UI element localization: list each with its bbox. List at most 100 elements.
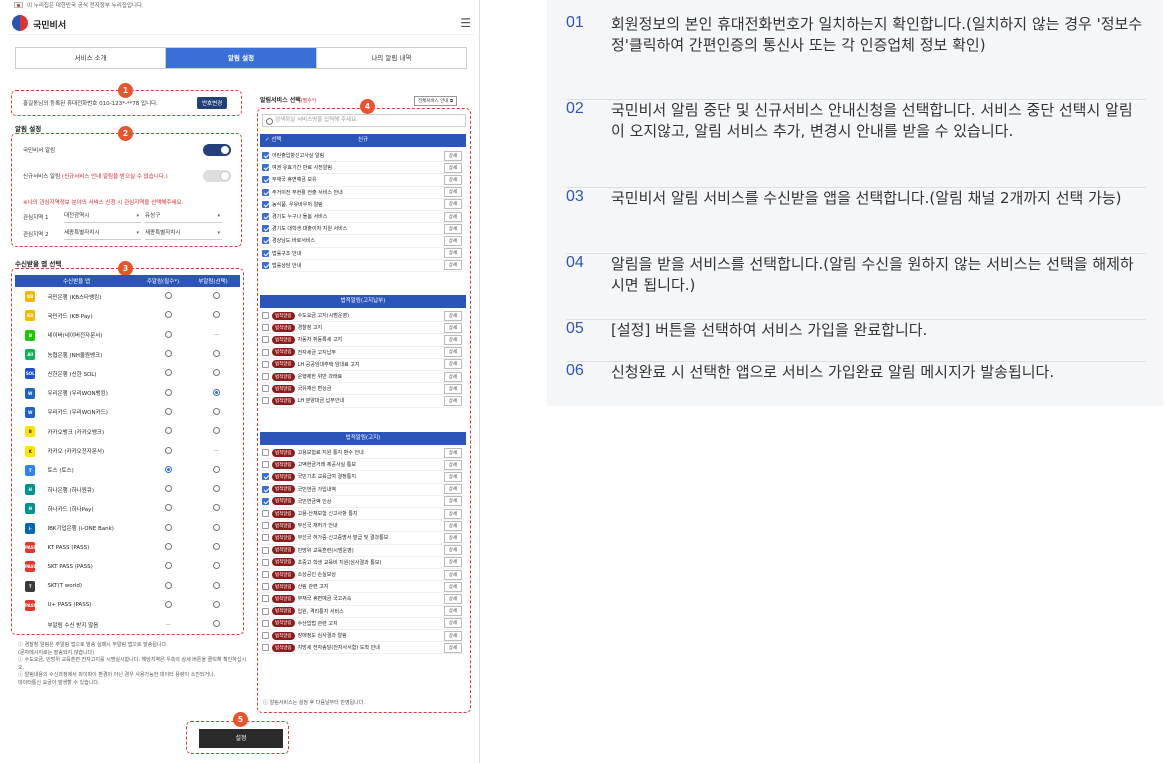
service-row[interactable]: 법적알림 국민기초 교육급여 결정통지 상세 — [262, 471, 464, 484]
service-row[interactable]: 법적알림 전자세금 고지납부 상세 — [262, 347, 464, 359]
service-checkbox[interactable] — [262, 385, 269, 393]
detail-button[interactable]: 상세 — [443, 150, 462, 161]
detail-button[interactable]: 상세 — [443, 235, 462, 246]
select-all-check[interactable]: ✓ 선택 — [265, 134, 281, 147]
sub-alarm-radio[interactable] — [212, 292, 220, 300]
service-checkbox[interactable] — [262, 571, 269, 579]
sub-alarm-radio[interactable] — [212, 543, 220, 551]
detail-button[interactable]: 상세 — [443, 630, 462, 641]
app-row[interactable]: H 하나카드 (하나Pay) — [15, 499, 240, 518]
service-row[interactable]: 법적알림 무선국 재허가 안내 상세 — [262, 520, 464, 533]
detail-button[interactable]: 상세 — [443, 371, 462, 382]
detail-button[interactable]: 상세 — [443, 199, 462, 210]
sub-alarm-radio[interactable] — [212, 600, 220, 608]
app-row[interactable]: B 카카오뱅크 (카카오뱅크) — [15, 422, 240, 441]
detail-button[interactable]: 상세 — [443, 545, 462, 556]
main-alarm-radio[interactable] — [165, 446, 173, 454]
sub-alarm-radio[interactable] — [212, 427, 220, 435]
sub-alarm-radio[interactable] — [212, 407, 220, 415]
detail-button[interactable]: 상세 — [443, 383, 462, 394]
service-row[interactable]: 법적알림 고액현금거래 제공사실 통보 상세 — [262, 459, 464, 472]
app-row[interactable]: W 우리카드 (우리WON카드) — [15, 403, 240, 422]
service-row[interactable]: 경기도 누구나 돌봄 서비스 상세 — [262, 211, 464, 224]
service-checkbox[interactable] — [262, 373, 269, 381]
detail-button[interactable]: 상세 — [443, 395, 462, 406]
service-row[interactable]: 법적알림 산림 관련 고지 상세 — [262, 581, 464, 594]
detail-button[interactable]: 상세 — [443, 322, 462, 333]
app-row[interactable]: SOL 신한은행 (신한 SOL) — [15, 364, 240, 383]
service-checkbox[interactable] — [262, 583, 269, 591]
main-alarm-radio[interactable] — [165, 581, 173, 589]
tab-my-alarms[interactable]: 나의 알림 내역 — [317, 48, 466, 68]
service-row[interactable]: 부재국 휴면예금 보유 상세 — [262, 174, 464, 187]
service-row[interactable]: 법적알림 자동차 취등록세 고지 상세 — [262, 334, 464, 347]
service-checkbox[interactable] — [262, 607, 269, 615]
detail-button[interactable]: 상세 — [443, 310, 462, 321]
service-search-input[interactable]: 검색하실 서비스명을 입력해 주세요. — [262, 114, 466, 127]
detail-button[interactable]: 상세 — [443, 260, 462, 271]
detail-button[interactable]: 상세 — [443, 618, 462, 629]
service-checkbox[interactable] — [262, 164, 269, 172]
service-checkbox[interactable] — [262, 213, 269, 221]
service-row[interactable]: 법적알림 LH 공공임대주택 임대료 고지 상세 — [262, 359, 464, 371]
service-checkbox[interactable] — [262, 176, 269, 184]
app-row[interactable]: 부알림 수신 받지 않음 — — [15, 615, 240, 634]
service-checkbox[interactable] — [262, 510, 269, 518]
app-row[interactable]: PASS U+ PASS (PASS) — [15, 596, 240, 615]
service-checkbox[interactable] — [262, 632, 269, 640]
detail-button[interactable]: 상세 — [443, 606, 462, 617]
main-alarm-radio[interactable] — [165, 504, 173, 512]
main-alarm-radio[interactable] — [165, 543, 173, 551]
main-alarm-radio[interactable] — [165, 388, 173, 396]
detail-button[interactable]: 상세 — [443, 347, 462, 358]
app-row[interactable]: PASS SKT PASS (PASS) — [15, 557, 240, 576]
service-checkbox[interactable] — [262, 261, 269, 269]
service-checkbox[interactable] — [262, 461, 269, 469]
service-row[interactable]: 어린출입항신고사실 알림 상세 — [262, 150, 464, 163]
app-row[interactable]: T 토스 (토스) — [15, 461, 240, 480]
change-number-button[interactable]: 번호변경 — [197, 97, 228, 109]
service-checkbox[interactable] — [262, 644, 269, 652]
service-row[interactable]: 법적알림 부재국 휴면예금 국고귀속 상세 — [262, 593, 464, 606]
service-row[interactable]: 법적알림 국민연금액 인상 상세 — [262, 496, 464, 508]
service-row[interactable]: 법적알림 수산업법 관련 고지 상세 — [262, 618, 464, 630]
main-alarm-radio[interactable] — [165, 350, 173, 358]
main-alarm-radio[interactable] — [165, 485, 173, 493]
detail-button[interactable]: 상세 — [443, 162, 462, 173]
main-alarm-radio[interactable] — [165, 407, 173, 415]
kukmin-alarm-toggle[interactable] — [203, 144, 231, 156]
service-checkbox[interactable] — [262, 534, 269, 542]
detail-button[interactable]: 상세 — [443, 569, 462, 580]
detail-button[interactable]: 상세 — [443, 593, 462, 604]
main-alarm-radio[interactable] — [165, 427, 173, 435]
service-checkbox[interactable] — [262, 200, 269, 208]
detail-button[interactable]: 상세 — [443, 508, 462, 519]
detail-button[interactable]: 상세 — [443, 581, 462, 592]
detail-button[interactable]: 상세 — [443, 496, 462, 507]
service-checkbox[interactable] — [262, 152, 269, 160]
main-alarm-radio[interactable] — [165, 465, 173, 473]
sub-alarm-radio[interactable] — [212, 562, 220, 570]
service-row[interactable]: 법적알림 고용보험료 지원 통지 환수 안내 상세 — [262, 447, 464, 460]
service-row[interactable]: 경기도 대학생 대출이자 지원 서비스 상세 — [262, 223, 464, 236]
service-row[interactable]: 법적알림 지방세 전자송달(전자사서함) 도착 안내 상세 — [262, 642, 464, 655]
service-row[interactable]: 법적알림 운행제한 위반 과태료 상세 — [262, 371, 464, 384]
sub-alarm-radio[interactable] — [212, 485, 220, 493]
region1-city-select[interactable]: 대전광역시 — [64, 211, 141, 223]
service-checkbox[interactable] — [262, 558, 269, 566]
main-alarm-radio[interactable] — [165, 562, 173, 570]
detail-button[interactable]: 상세 — [443, 359, 462, 370]
main-alarm-radio[interactable] — [165, 369, 173, 377]
service-checkbox[interactable] — [262, 595, 269, 603]
service-row[interactable]: 법적알림 장애정도 심사결과 알림 상세 — [262, 630, 464, 643]
service-checkbox[interactable] — [262, 324, 269, 332]
tab-alarm-settings[interactable]: 알림 설정 — [166, 48, 317, 68]
service-row[interactable]: 농식품, 우유바우처 알림 상세 — [262, 199, 464, 211]
service-row[interactable]: 법적알림 국유재산 변상금 상세 — [262, 383, 464, 396]
service-checkbox[interactable] — [262, 473, 269, 481]
service-row[interactable]: 주거이전 무현활 전출 서비스 안내 상세 — [262, 187, 464, 199]
service-row[interactable]: 법적알림 소상공인 손실보상 상세 — [262, 569, 464, 582]
service-row[interactable]: 법적알림 수도요금 고지(시범운영) 상세 — [262, 310, 464, 323]
app-row[interactable]: i-ONE IBK기업은행 (i-ONE Bank) — [15, 519, 240, 538]
main-alarm-radio[interactable] — [165, 600, 173, 608]
